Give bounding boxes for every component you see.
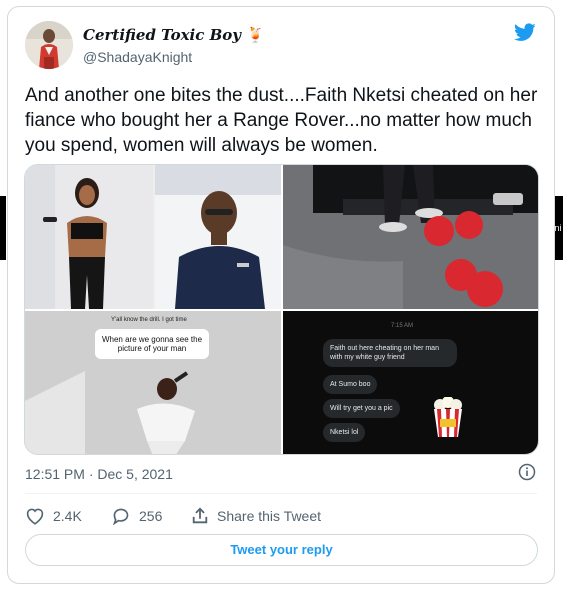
info-icon[interactable] xyxy=(518,463,536,481)
chat-message-4: Nketsi lol xyxy=(323,423,366,442)
tweet-timestamp[interactable]: 12:51 PM · Dec 5, 2021 xyxy=(25,466,173,482)
twitter-bird-icon[interactable] xyxy=(514,23,536,42)
tweet-your-reply-button[interactable]: Tweet your reply xyxy=(25,534,538,566)
share-icon xyxy=(192,507,208,524)
author-name[interactable]: Certified Toxic Boy 🍹 xyxy=(83,26,265,44)
ig-question-text: When are we gonna see the picture of you… xyxy=(101,335,203,353)
media-photo-1[interactable] xyxy=(25,165,281,309)
share-button[interactable]: Share this Tweet xyxy=(191,507,321,525)
chat-message-3: Will try get you a pic xyxy=(323,399,400,418)
chat-message-1: Faith out here cheating on her man with … xyxy=(323,339,457,367)
author-handle[interactable]: @ShadayaKnight xyxy=(83,49,192,65)
ig-question-bubble: When are we gonna see the picture of you… xyxy=(95,329,209,359)
media-photo-4[interactable]: 7:15 AM Faith out here cheating on her m… xyxy=(283,311,538,454)
tweet-text: And another one bites the dust....Faith … xyxy=(25,85,538,156)
cocktail-emoji-icon: 🍹 xyxy=(246,26,265,44)
photo-car-balloons-image xyxy=(283,165,538,309)
avatar[interactable] xyxy=(25,21,73,69)
divider xyxy=(25,493,537,494)
media-photo-3[interactable]: Y'all know the drill. I got time When ar… xyxy=(25,311,281,454)
photo-couple-image xyxy=(25,165,281,309)
media-photo-2[interactable] xyxy=(283,165,538,309)
like-button[interactable]: 2.4K xyxy=(25,507,82,525)
share-label: Share this Tweet xyxy=(217,508,322,524)
like-count: 2.4K xyxy=(53,508,82,524)
heart-icon xyxy=(26,508,44,525)
chat-time: 7:15 AM xyxy=(391,323,414,329)
ig-question-top-text: Y'all know the drill. I got time xyxy=(111,317,187,323)
chat-message-2: At Sumo boo xyxy=(323,375,378,394)
popcorn-icon xyxy=(434,397,462,437)
reply-icon xyxy=(113,508,129,525)
reply-count: 256 xyxy=(139,508,163,524)
reply-button[interactable]: 256 xyxy=(111,507,162,525)
background-strip-left xyxy=(0,196,6,260)
tweet-card: Certified Toxic Boy 🍹 @ShadayaKnight And… xyxy=(7,6,555,584)
tweet-media-grid[interactable]: Y'all know the drill. I got time When ar… xyxy=(24,164,539,455)
